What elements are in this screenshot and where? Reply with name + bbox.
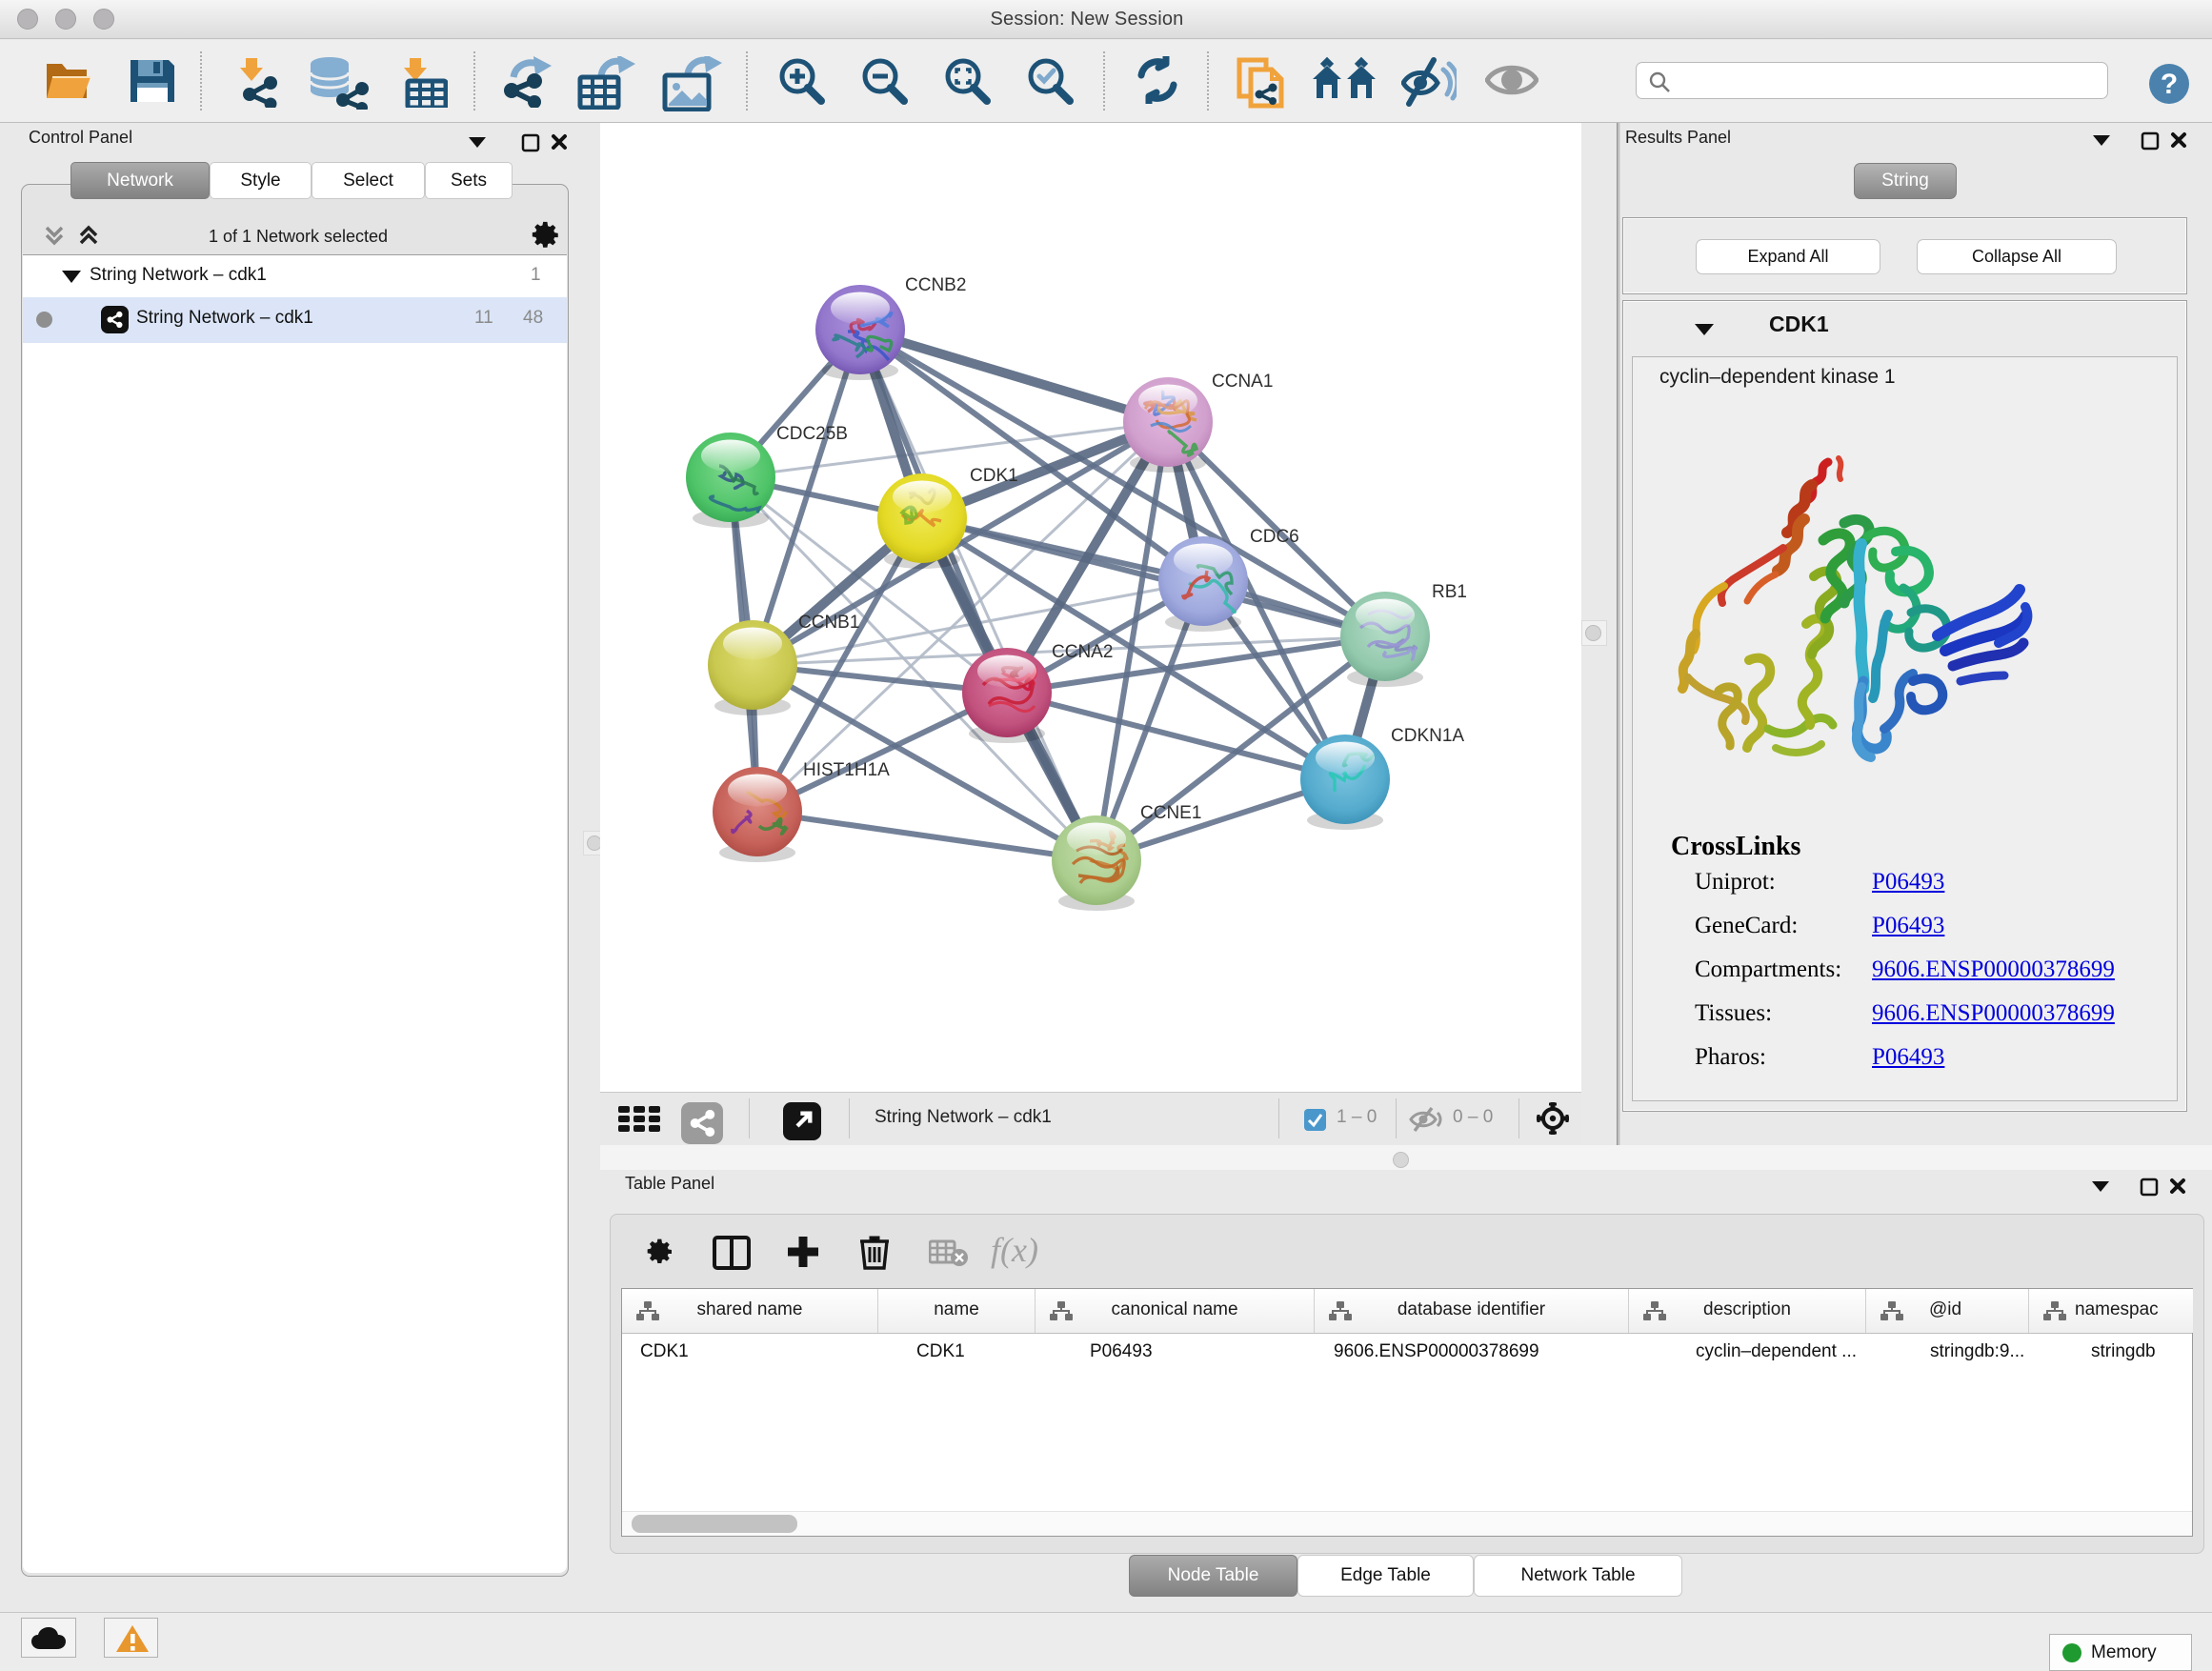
svg-text:CDC6: CDC6 — [1250, 527, 1299, 547]
svg-text:CDK1: CDK1 — [970, 466, 1018, 486]
svg-text:CCNB1: CCNB1 — [798, 613, 859, 633]
svg-text:CCNE1: CCNE1 — [1140, 803, 1201, 823]
svg-text:CCNA1: CCNA1 — [1212, 372, 1273, 392]
svg-text:?: ? — [2161, 69, 2178, 100]
svg-text:HIST1H1A: HIST1H1A — [803, 760, 890, 780]
svg-text:CDKN1A: CDKN1A — [1391, 726, 1464, 746]
svg-text:CCNB2: CCNB2 — [905, 275, 966, 295]
svg-text:RB1: RB1 — [1432, 582, 1467, 602]
svg-text:CCNA2: CCNA2 — [1052, 642, 1113, 662]
svg-text:CDC25B: CDC25B — [776, 424, 848, 444]
